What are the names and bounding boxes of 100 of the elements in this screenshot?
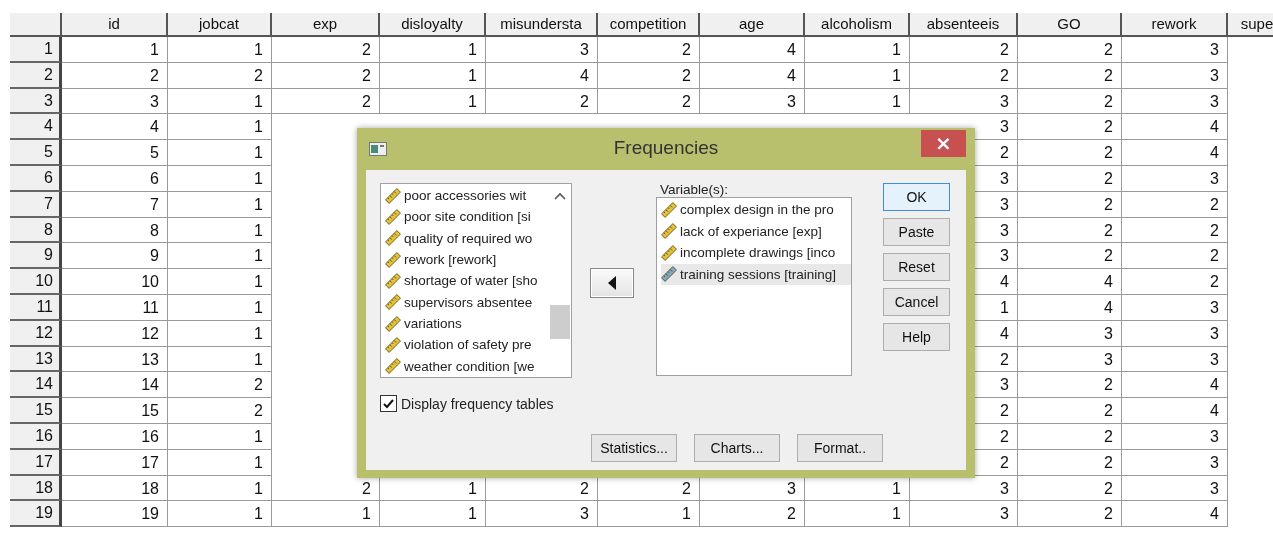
variable-name[interactable]: shortage of water [sho xyxy=(404,273,538,289)
table-cell: 4 xyxy=(1122,501,1228,528)
dialog-button[interactable]: Cancel xyxy=(883,288,950,316)
column-header[interactable]: age xyxy=(700,13,805,37)
table-cell: 3 xyxy=(1122,346,1228,373)
table-cell: 3 xyxy=(1122,320,1228,347)
row-number[interactable]: 2 xyxy=(10,62,62,89)
row-number[interactable]: 16 xyxy=(10,423,62,450)
column-header[interactable]: misundersta xyxy=(486,13,598,37)
row-number[interactable]: 5 xyxy=(10,140,62,166)
scrollbar-thumb[interactable] xyxy=(550,305,570,339)
close-button[interactable]: × xyxy=(921,130,966,157)
table-cell: 3 xyxy=(1018,346,1122,373)
table-cell: 14 xyxy=(62,372,168,399)
checkbox[interactable] xyxy=(380,395,397,412)
variables-list[interactable]: complex design in the pro lack of experiance [exp] incomplete drawings [inco training sessions [training] xyxy=(656,197,852,376)
table-cell: 17 xyxy=(62,449,168,476)
table-cell: 3 xyxy=(1122,294,1228,321)
dialog-button[interactable]: Format.. xyxy=(797,434,883,462)
table-cell: 2 xyxy=(62,62,168,89)
table-cell: 2 xyxy=(272,62,380,89)
table-cell: 2 xyxy=(1018,114,1122,141)
row-number[interactable]: 17 xyxy=(10,449,62,476)
row-number[interactable]: 9 xyxy=(10,243,62,270)
variable-name[interactable]: quality of required wo xyxy=(404,230,533,246)
table-cell: 2 xyxy=(910,37,1018,63)
table-cell: 1 xyxy=(62,37,168,63)
table-cell: 1 xyxy=(168,501,272,528)
table-cell: 16 xyxy=(62,423,168,450)
column-header[interactable]: competition xyxy=(598,13,700,37)
variable-name[interactable]: complex design in the pro xyxy=(680,202,834,218)
row-number[interactable]: 19 xyxy=(10,501,62,528)
table-cell: 18 xyxy=(62,475,168,502)
dialog-button[interactable]: Help xyxy=(883,323,950,351)
table-cell: 2 xyxy=(1018,37,1122,63)
column-header[interactable]: supe xyxy=(1228,13,1273,37)
source-variable-list[interactable]: poor accessories wit poor site condition [si quality of required wo rework [rework] shortage of water [sho supervisors absentee variations violation of safety pre weather condition [we xyxy=(380,183,572,378)
row-number[interactable]: 14 xyxy=(10,372,62,399)
table-cell: 1 xyxy=(272,501,380,528)
ruler-icon xyxy=(661,266,677,283)
column-header[interactable]: rework xyxy=(1122,13,1228,37)
table-cell: 1 xyxy=(168,37,272,63)
dialog-title: Frequencies xyxy=(613,137,719,159)
table-cell: 4 xyxy=(1122,140,1228,166)
variable-name[interactable]: poor site condition [si xyxy=(404,209,531,225)
column-header[interactable]: id xyxy=(62,13,168,37)
variable-name[interactable]: supervisors absentee xyxy=(404,294,533,310)
dialog-button[interactable]: Reset xyxy=(883,253,950,281)
column-header[interactable]: alcoholism xyxy=(805,13,910,37)
row-number[interactable]: 1 xyxy=(10,37,62,63)
table-cell: 4 xyxy=(1122,114,1228,141)
variable-name[interactable]: violation of safety pre xyxy=(404,337,532,353)
row-number[interactable]: 13 xyxy=(10,346,62,373)
dialog-button[interactable]: Paste xyxy=(883,218,950,246)
table-cell: 3 xyxy=(1122,37,1228,63)
left-arrow-icon xyxy=(608,276,616,290)
row-number[interactable]: 7 xyxy=(10,191,62,218)
column-header[interactable]: GO xyxy=(1018,13,1122,37)
table-cell: 11 xyxy=(62,294,168,321)
table-cell: 1 xyxy=(168,423,272,450)
table-cell: 1 xyxy=(805,88,910,115)
column-header[interactable]: disloyalty xyxy=(380,13,486,37)
table-cell: 1 xyxy=(168,320,272,347)
row-number[interactable]: 6 xyxy=(10,166,62,192)
table-cell: 2 xyxy=(1018,398,1122,424)
row-number[interactable]: 3 xyxy=(10,88,62,115)
table-cell: 1 xyxy=(380,62,486,89)
checkbox-label[interactable]: Display frequency tables xyxy=(401,395,554,412)
table-cell: 3 xyxy=(62,88,168,115)
row-number[interactable]: 18 xyxy=(10,475,62,502)
row-number[interactable]: 8 xyxy=(10,217,62,244)
dialog-button[interactable]: Statistics... xyxy=(591,434,677,462)
table-cell: 4 xyxy=(700,62,805,89)
column-header[interactable]: absenteeis xyxy=(910,13,1018,37)
table-cell: 2 xyxy=(1018,191,1122,218)
variable-name[interactable]: lack of experiance [exp] xyxy=(680,223,822,239)
table-cell: 2 xyxy=(272,88,380,115)
row-number[interactable]: 12 xyxy=(10,320,62,347)
table-cell: 1 xyxy=(168,294,272,321)
row-number[interactable]: 15 xyxy=(10,398,62,424)
table-cell: 3 xyxy=(1018,320,1122,347)
table-cell: 2 xyxy=(1018,449,1122,476)
variable-name[interactable]: incomplete drawings [inco xyxy=(680,245,836,261)
column-header[interactable]: jobcat xyxy=(168,13,272,37)
column-header[interactable]: exp xyxy=(272,13,380,37)
move-button[interactable] xyxy=(590,268,634,298)
variable-name[interactable]: variations xyxy=(404,316,462,332)
table-cell: 1 xyxy=(168,269,272,295)
dialog-button[interactable]: OK xyxy=(883,183,950,211)
row-number[interactable]: 10 xyxy=(10,269,62,295)
row-number[interactable]: 4 xyxy=(10,114,62,141)
variable-name[interactable]: rework [rework] xyxy=(404,252,497,268)
table-cell: 1 xyxy=(380,88,486,115)
variable-name[interactable]: weather condition [we xyxy=(404,358,535,374)
grid-corner xyxy=(10,13,62,37)
dialog-button[interactable]: Charts... xyxy=(694,434,780,462)
table-cell: 2 xyxy=(168,372,272,399)
variable-name[interactable]: poor accessories wit xyxy=(404,188,527,204)
scroll-up-icon[interactable] xyxy=(554,192,566,200)
row-number[interactable]: 11 xyxy=(10,294,62,321)
